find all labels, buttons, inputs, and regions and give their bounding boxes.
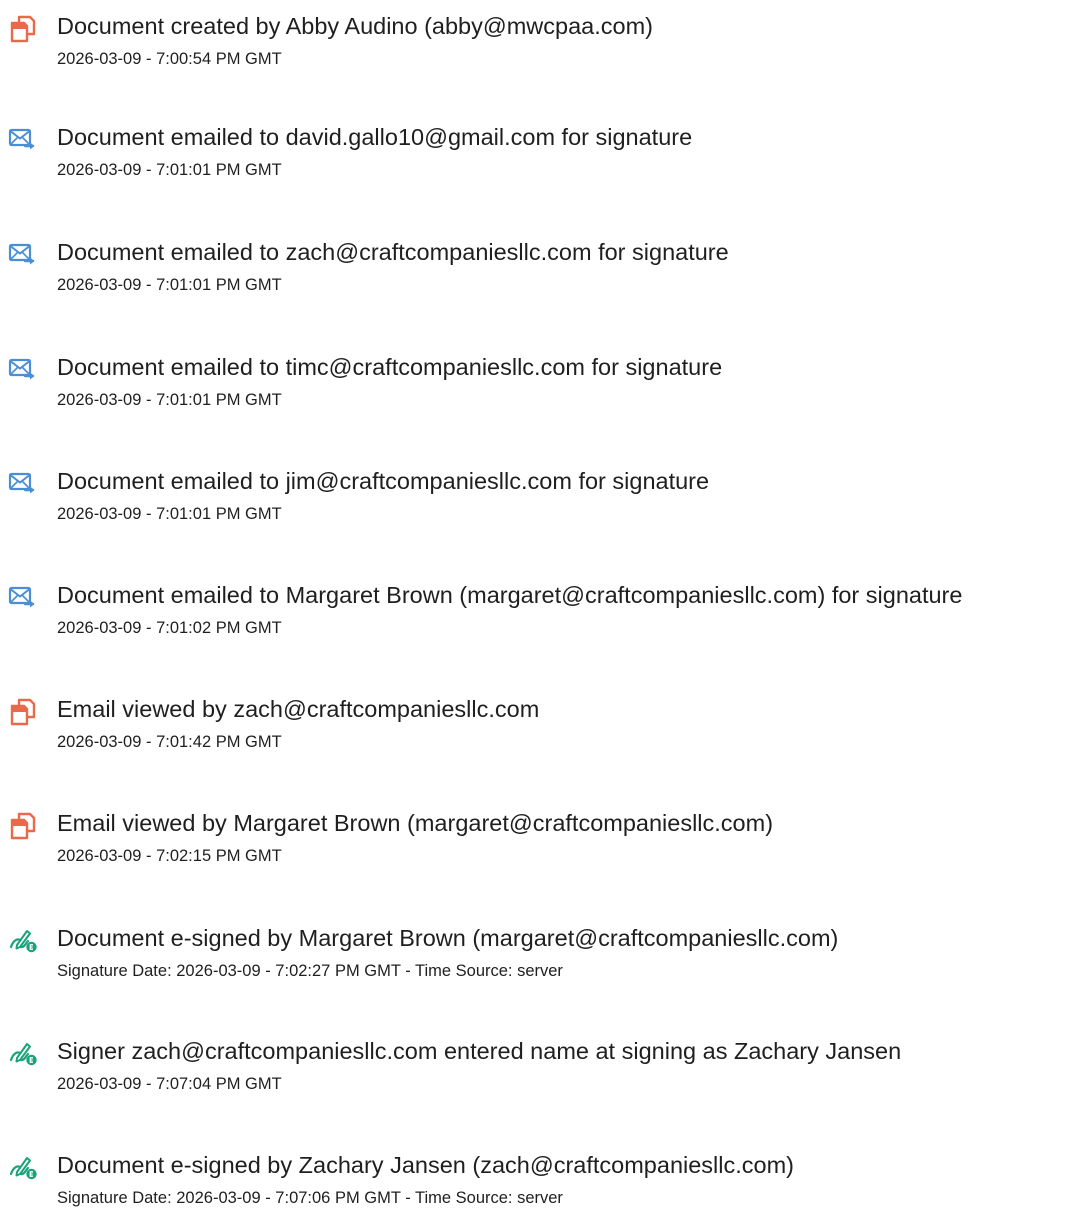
entry-text: Email viewed by zach@craftcompaniesllc.c… xyxy=(57,696,540,722)
entry-timestamp: 2026-03-09 - 7:01:01 PM GMT xyxy=(57,161,282,179)
entry-timestamp: 2026-03-09 - 7:01:42 PM GMT xyxy=(57,733,282,751)
email-sent-icon xyxy=(8,240,38,270)
entry-text: Signer zach@craftcompaniesllc.com entere… xyxy=(57,1038,902,1064)
audit-entry: Document emailed to timc@craftcompaniesl… xyxy=(0,341,1083,421)
entry-timestamp: 2026-03-09 - 7:01:02 PM GMT xyxy=(57,619,282,637)
document-viewed-icon xyxy=(8,811,38,841)
entry-text: Document e-signed by Margaret Brown (mar… xyxy=(57,925,839,951)
entry-text: Document e-signed by Zachary Jansen (zac… xyxy=(57,1152,794,1178)
document-viewed-icon xyxy=(8,697,38,727)
audit-entry: Document created by Abby Audino (abby@mw… xyxy=(0,0,1083,80)
audit-entry: Email viewed by zach@craftcompaniesllc.c… xyxy=(0,683,1083,763)
entry-text: Document created by Abby Audino (abby@mw… xyxy=(57,13,653,39)
email-sent-icon xyxy=(8,583,38,613)
audit-entry: Document emailed to david.gallo10@gmail.… xyxy=(0,111,1083,191)
email-sent-icon xyxy=(8,355,38,385)
entry-text: Document emailed to Margaret Brown (marg… xyxy=(57,582,963,608)
audit-entry: Document emailed to Margaret Brown (marg… xyxy=(0,569,1083,649)
entry-text: Document emailed to jim@craftcompaniesll… xyxy=(57,468,710,494)
entry-timestamp: Signature Date: 2026-03-09 - 7:02:27 PM … xyxy=(57,962,563,980)
audit-entry: Document e-signed by Zachary Jansen (zac… xyxy=(0,1139,1083,1219)
entry-timestamp: 2026-03-09 - 7:07:04 PM GMT xyxy=(57,1075,282,1093)
email-sent-icon xyxy=(8,125,38,155)
entry-timestamp: 2026-03-09 - 7:02:15 PM GMT xyxy=(57,847,282,865)
document-created-icon xyxy=(8,14,38,44)
audit-entry: Document emailed to jim@craftcompaniesll… xyxy=(0,455,1083,535)
email-sent-icon xyxy=(8,469,38,499)
audit-entry: Document e-signed by Margaret Brown (mar… xyxy=(0,912,1083,992)
entry-text: Document emailed to timc@craftcompaniesl… xyxy=(57,354,723,380)
e-sign-icon xyxy=(8,1039,38,1069)
e-sign-icon xyxy=(8,926,38,956)
entry-text: Document emailed to zach@craftcompaniesl… xyxy=(57,239,729,265)
entry-timestamp: 2026-03-09 - 7:01:01 PM GMT xyxy=(57,391,282,409)
entry-timestamp: 2026-03-09 - 7:01:01 PM GMT xyxy=(57,505,282,523)
entry-timestamp: 2026-03-09 - 7:00:54 PM GMT xyxy=(57,50,282,68)
entry-text: Email viewed by Margaret Brown (margaret… xyxy=(57,810,774,836)
e-sign-icon xyxy=(8,1153,38,1183)
audit-entry: Document emailed to zach@craftcompaniesl… xyxy=(0,226,1083,306)
entry-timestamp: 2026-03-09 - 7:01:01 PM GMT xyxy=(57,276,282,294)
audit-entry: Email viewed by Margaret Brown (margaret… xyxy=(0,797,1083,877)
audit-entry: Signer zach@craftcompaniesllc.com entere… xyxy=(0,1025,1083,1105)
entry-timestamp: Signature Date: 2026-03-09 - 7:07:06 PM … xyxy=(57,1189,563,1207)
entry-text: Document emailed to david.gallo10@gmail.… xyxy=(57,124,693,150)
